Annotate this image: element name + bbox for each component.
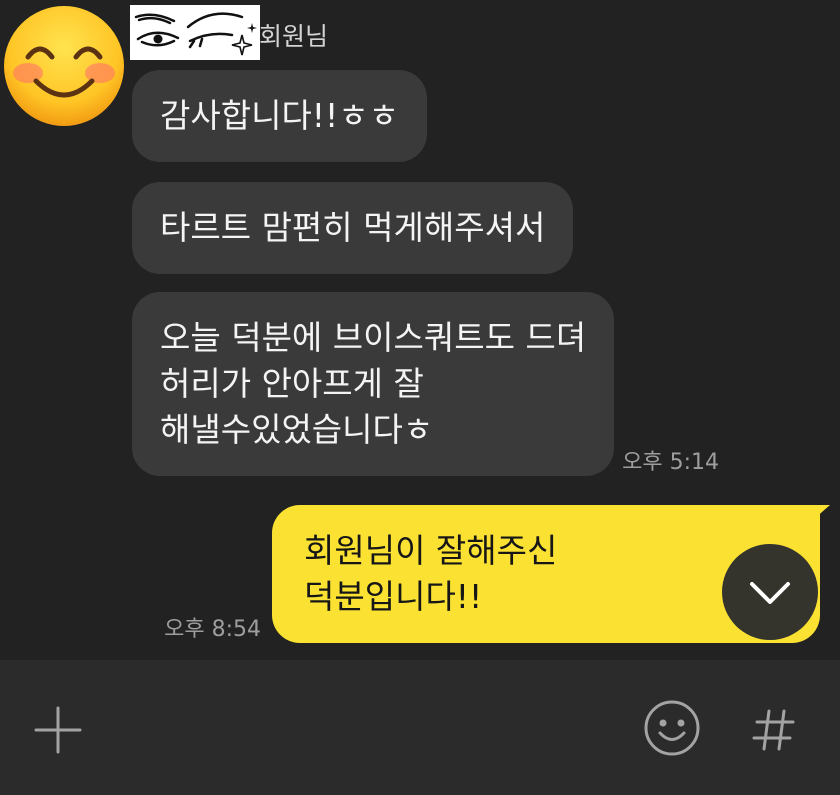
name-cover-sticker [130, 5, 260, 60]
hashtag-search-button[interactable] [751, 707, 797, 753]
message-text-line: 감사합니다!!ㅎㅎ [160, 96, 399, 135]
received-message-bubble[interactable]: 감사합니다!!ㅎㅎ [132, 70, 427, 162]
plus-icon [34, 706, 82, 754]
hash-icon [752, 709, 795, 751]
message-text-line: 덕분입니다!! [304, 577, 483, 616]
sender-avatar[interactable] [3, 5, 125, 127]
smiling-face-icon [4, 6, 124, 126]
smiley-icon [644, 700, 700, 756]
message-text-line: 회원님이 잘해주신 [304, 531, 558, 570]
message-row: 타르트 맘편히 먹게해주셔서 [132, 182, 574, 274]
received-message-bubble[interactable]: 타르트 맘편히 먹게해주셔서 [132, 182, 574, 274]
scroll-to-bottom-button[interactable] [722, 544, 818, 640]
message-timestamp: 오후 5:14 [622, 450, 720, 475]
attach-button[interactable] [34, 706, 82, 754]
message-timestamp: 오후 8:54 [164, 617, 261, 642]
chevron-down-icon [750, 582, 790, 604]
emoticon-button[interactable] [643, 699, 701, 757]
message-text-line: 오늘 덕분에 브이스쿼트도 드뎌 [160, 318, 587, 357]
message-text-line: 해낼수있었습니다ㅎ [160, 410, 434, 449]
message-text-line: 타르트 맘편히 먹게해주셔서 [160, 208, 546, 247]
message-row: 오늘 덕분에 브이스쿼트도 드뎌 허리가 안아프게 잘 해낼수있었습니다ㅎ 오후… [132, 292, 719, 476]
message-row: 감사합니다!!ㅎㅎ [132, 70, 427, 162]
received-message-bubble[interactable]: 오늘 덕분에 브이스쿼트도 드뎌 허리가 안아프게 잘 해낼수있었습니다ㅎ [132, 292, 615, 476]
message-text-line: 허리가 안아프게 잘 [160, 364, 424, 403]
sender-name: 회원님 [259, 22, 329, 51]
message-input[interactable] [100, 690, 620, 770]
eyes-doodle-icon [134, 12, 257, 56]
chat-screen: 회원님 감사합니다!!ㅎㅎ 타르트 맘편히 먹게해주셔서 오늘 덕분에 브이스쿼… [0, 0, 840, 795]
